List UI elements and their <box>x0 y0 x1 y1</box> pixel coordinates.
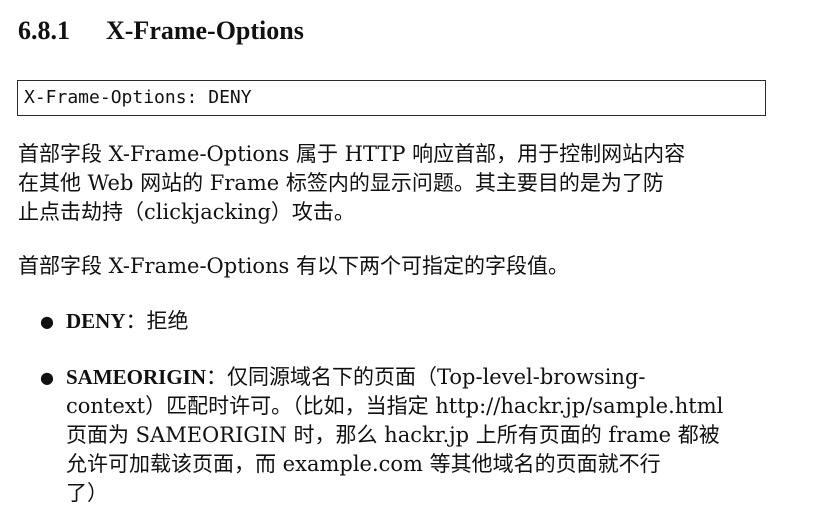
bullet-line: 页面为 SAMEORIGIN 时，那么 hackr.jp 上所有页面的 fram… <box>66 423 720 447</box>
bullet-text: 仅同源域名下的页面（Top-level-browsing- <box>227 365 646 389</box>
bullet-body: DENY：拒绝 <box>66 307 189 336</box>
bullet-line: SAMEORIGIN：仅同源域名下的页面（Top-level-browsing- <box>66 363 723 392</box>
bullet-line: 允许可加载该页面，而 example.com 等其他域名的页面就不行 <box>66 452 661 476</box>
bullet-separator: ： <box>125 309 147 333</box>
bullet-line: DENY：拒绝 <box>66 307 189 336</box>
bullet-line: context）匹配时许可。（比如，当指定 http://hackr.jp/sa… <box>66 394 724 418</box>
values-paragraph: 首部字段 X-Frame-Options 有以下两个可指定的字段值。 <box>18 252 778 281</box>
section-heading: 6.8.1 X-Frame-Options <box>18 14 304 48</box>
intro-line: 止点击劫持（clickjacking）攻击。 <box>18 200 355 224</box>
intro-line: 首部字段 X-Frame-Options 属于 HTTP 响应首部，用于控制网站… <box>18 142 686 166</box>
intro-line: 在其他 Web 网站的 Frame 标签内的显示问题。其主要目的是为了防 <box>18 171 664 195</box>
values-line: 首部字段 X-Frame-Options 有以下两个可指定的字段值。 <box>18 254 569 278</box>
intro-paragraph: 首部字段 X-Frame-Options 属于 HTTP 响应首部，用于控制网站… <box>18 140 778 227</box>
bullet-separator: ： <box>206 365 228 389</box>
section-number: 6.8.1 <box>18 16 70 45</box>
section-title: X-Frame-Options <box>106 16 304 45</box>
bullet-term: DENY <box>66 309 126 333</box>
bullet-body: SAMEORIGIN：仅同源域名下的页面（Top-level-browsing-… <box>66 363 723 508</box>
bullet-dot-icon: ● <box>40 368 54 387</box>
bullet-text: 拒绝 <box>146 309 189 333</box>
bullet-dot-icon: ● <box>40 312 54 331</box>
bullet-term: SAMEORIGIN <box>66 365 207 389</box>
bullet-line: 了） <box>66 481 108 505</box>
code-block: X-Frame-Options: DENY <box>17 80 766 116</box>
code-line: X-Frame-Options: DENY <box>24 87 252 108</box>
